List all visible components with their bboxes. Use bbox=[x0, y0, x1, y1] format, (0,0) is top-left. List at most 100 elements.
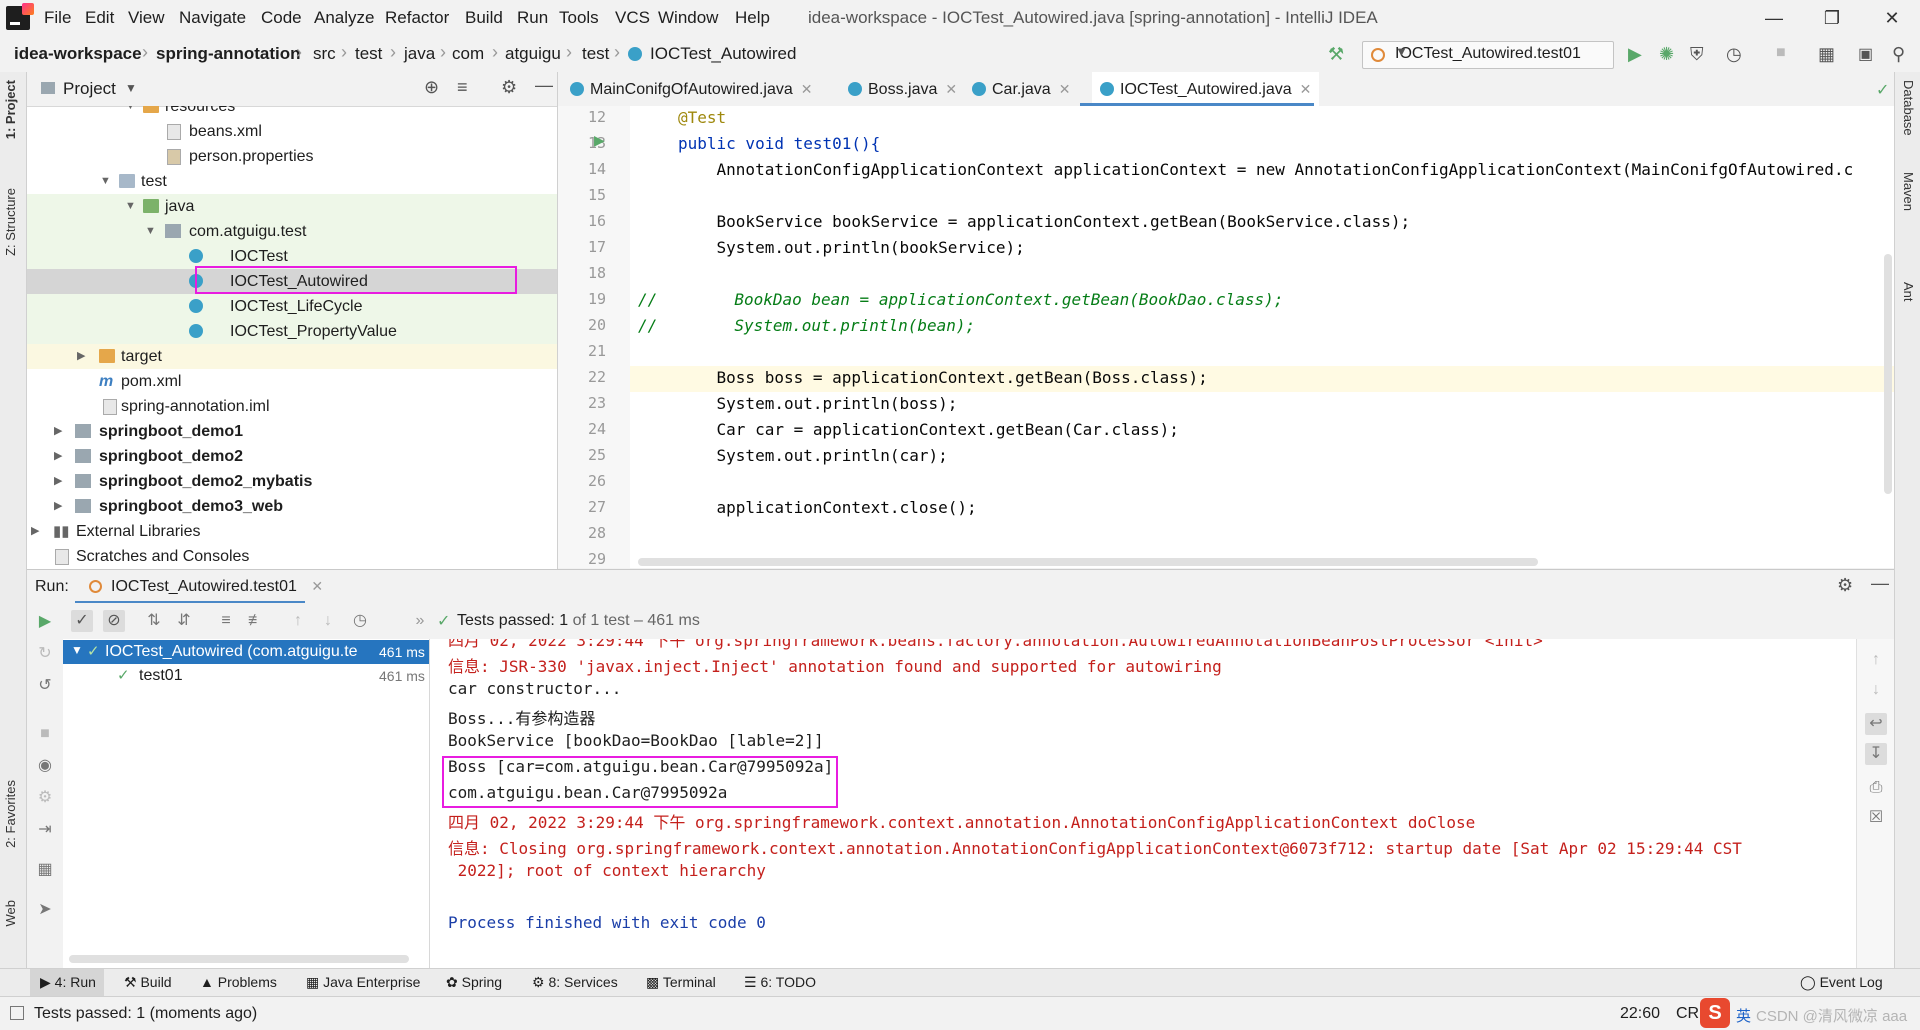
menu-vcs[interactable]: VCS bbox=[615, 8, 650, 28]
tool-tab-favorites[interactable]: 2: Favorites bbox=[3, 780, 18, 848]
rerun-failed-icon[interactable]: ↻ bbox=[34, 643, 56, 665]
vertical-scrollbar[interactable] bbox=[1884, 254, 1892, 494]
expand-arrow-icon[interactable]: ▶ bbox=[54, 444, 62, 469]
more-icon[interactable]: » bbox=[409, 610, 431, 632]
run-configuration-select[interactable]: IOCTest_Autowired.test01 ▼ bbox=[1362, 41, 1614, 69]
tool-windows-toggle-icon[interactable] bbox=[10, 1006, 24, 1020]
sort-duration-icon[interactable]: ⇵ bbox=[173, 610, 195, 632]
expand-arrow-icon[interactable]: ▼ bbox=[125, 194, 136, 219]
tree-row[interactable]: ▶ target bbox=[27, 344, 557, 369]
tree-row[interactable]: ▶ springboot_demo2_mybatis bbox=[27, 469, 557, 494]
minimize-icon[interactable]: — bbox=[1752, 4, 1796, 32]
expand-arrow-icon[interactable]: ▶ bbox=[54, 494, 62, 519]
down-icon[interactable]: ↓ bbox=[1865, 679, 1887, 701]
project-structure-icon[interactable]: ▦ bbox=[1818, 44, 1838, 64]
breadcrumb-atguigu[interactable]: atguigu bbox=[505, 44, 561, 64]
tree-row[interactable]: ▼ java bbox=[27, 194, 557, 219]
expand-arrow-icon[interactable]: ▶ bbox=[54, 419, 62, 444]
hide-panel-icon[interactable]: — bbox=[1871, 573, 1889, 594]
editor-tab-car[interactable]: Car.java ✕ bbox=[972, 72, 1070, 106]
next-icon[interactable]: ↓ bbox=[317, 610, 339, 632]
scroll-to-end-icon[interactable]: ↧ bbox=[1865, 743, 1887, 765]
tree-row[interactable]: IOCTest_PropertyValue bbox=[27, 319, 557, 344]
tree-row[interactable]: IOCTest_LifeCycle bbox=[27, 294, 557, 319]
chevron-down-icon[interactable]: ▼ bbox=[125, 81, 137, 95]
show-passed-icon[interactable]: ✓ bbox=[71, 610, 93, 632]
breadcrumb-class[interactable]: IOCTest_Autowired bbox=[650, 44, 796, 64]
breadcrumb-com[interactable]: com bbox=[452, 44, 484, 64]
run-icon[interactable]: ▶ bbox=[1628, 44, 1648, 64]
caret-position[interactable]: 22:60 bbox=[1620, 1005, 1660, 1023]
debug-icon[interactable]: ✺ bbox=[1659, 44, 1679, 64]
collapse-all-icon[interactable]: ≢ bbox=[245, 610, 267, 632]
menu-help[interactable]: Help bbox=[735, 8, 770, 28]
code-editor[interactable]: @Test public void test01(){ AnnotationCo… bbox=[630, 106, 1894, 568]
tree-row[interactable]: spring-annotation.iml bbox=[27, 394, 557, 419]
editor-tab-mainconfig[interactable]: MainConifgOfAutowired.java ✕ bbox=[570, 72, 813, 106]
expand-arrow-icon[interactable]: ▼ bbox=[100, 169, 111, 194]
tool-window-terminal[interactable]: ▩ Terminal bbox=[646, 974, 716, 991]
expand-all-icon[interactable]: ≡ bbox=[215, 610, 237, 632]
tool-window-problems[interactable]: ▲ Problems bbox=[200, 974, 277, 990]
locate-icon[interactable]: ⊕ bbox=[424, 77, 439, 98]
trash-icon[interactable]: ☒ bbox=[1865, 807, 1887, 829]
tool-window-run[interactable]: ▶ 4: Run bbox=[40, 974, 96, 991]
breadcrumb-src[interactable]: src bbox=[313, 44, 336, 64]
tree-row[interactable]: m pom.xml bbox=[27, 369, 557, 394]
tool-tab-maven[interactable]: Maven bbox=[1901, 172, 1916, 211]
build-hammer-icon[interactable]: ⚒ bbox=[1328, 44, 1348, 64]
run-tab[interactable]: IOCTest_Autowired.test01 ✕ bbox=[75, 570, 323, 604]
restore-icon[interactable]: ❐ bbox=[1810, 4, 1854, 32]
breadcrumb-project[interactable]: idea-workspace bbox=[14, 44, 142, 64]
close-icon[interactable]: ✕ bbox=[1300, 81, 1312, 97]
previous-icon[interactable]: ↑ bbox=[287, 610, 309, 632]
menu-analyze[interactable]: Analyze bbox=[314, 8, 374, 28]
tool-window-build[interactable]: ⚒ Build bbox=[124, 974, 172, 991]
status-message[interactable]: Tests passed: 1 (moments ago) bbox=[34, 1005, 257, 1023]
close-icon[interactable]: ✕ bbox=[1059, 81, 1071, 97]
camera-icon[interactable]: ◉ bbox=[34, 755, 56, 777]
tool-window-event-log[interactable]: ◯ Event Log bbox=[1800, 974, 1883, 991]
expand-arrow-icon[interactable]: ▶ bbox=[31, 519, 39, 544]
history-icon[interactable]: ◷ bbox=[349, 610, 371, 632]
tree-row[interactable]: person.properties bbox=[27, 144, 557, 169]
close-icon[interactable]: ✕ bbox=[801, 81, 813, 97]
horizontal-scrollbar[interactable] bbox=[69, 955, 409, 963]
breadcrumb-test-pkg[interactable]: test bbox=[582, 44, 609, 64]
pin-icon[interactable]: ➤ bbox=[34, 899, 56, 921]
expand-arrow-icon[interactable]: ▼ bbox=[71, 643, 83, 657]
gear-icon[interactable]: ⚙ bbox=[501, 77, 517, 98]
test-case-row[interactable]: ✓ test01 461 ms bbox=[63, 664, 429, 688]
menu-file[interactable]: File bbox=[44, 8, 71, 28]
tool-window-todo[interactable]: ☰ 6: TODO bbox=[744, 974, 816, 991]
stop-icon[interactable]: ■ bbox=[34, 723, 56, 745]
menu-edit[interactable]: Edit bbox=[85, 8, 114, 28]
print-icon[interactable]: ⎙ bbox=[1865, 777, 1887, 799]
breadcrumb-java[interactable]: java bbox=[404, 44, 435, 64]
expand-arrow-icon[interactable]: ▼ bbox=[145, 219, 156, 244]
tool-tab-web[interactable]: Web bbox=[3, 900, 18, 927]
up-icon[interactable]: ↑ bbox=[1865, 649, 1887, 671]
collapse-all-icon[interactable]: ≡ bbox=[457, 77, 468, 98]
breadcrumb-test[interactable]: test bbox=[355, 44, 382, 64]
expand-arrow-icon[interactable]: ▶ bbox=[54, 469, 62, 494]
tool-window-services[interactable]: ⚙ 8: Services bbox=[532, 974, 618, 991]
expand-arrow-icon[interactable]: ▼ bbox=[125, 106, 136, 119]
tool-tab-structure[interactable]: Z: Structure bbox=[3, 188, 18, 256]
test-suite-row[interactable]: ▼ ✓ IOCTest_Autowired (com.atguigu.te 46… bbox=[63, 640, 429, 664]
coverage-icon[interactable]: ⛨ bbox=[1690, 44, 1710, 64]
search-icon[interactable]: ⚲ bbox=[1892, 44, 1912, 64]
sort-alpha-icon[interactable]: ⇅ bbox=[143, 610, 165, 632]
menu-view[interactable]: View bbox=[128, 8, 165, 28]
breadcrumb-module[interactable]: spring-annotation bbox=[156, 44, 300, 64]
close-icon[interactable]: ✕ bbox=[311, 578, 323, 594]
gear-icon[interactable]: ⚙ bbox=[1837, 575, 1853, 596]
menu-window[interactable]: Window bbox=[658, 8, 718, 28]
menu-navigate[interactable]: Navigate bbox=[179, 8, 246, 28]
show-ignored-icon[interactable]: ⊘ bbox=[103, 610, 125, 632]
tree-row[interactable]: ▶ springboot_demo2 bbox=[27, 444, 557, 469]
editor-tab-boss[interactable]: Boss.java ✕ bbox=[848, 72, 957, 106]
close-icon[interactable]: ✕ bbox=[1870, 4, 1914, 32]
tool-tab-project[interactable]: 1: Project bbox=[3, 80, 18, 139]
layout-icon[interactable]: ▦ bbox=[34, 859, 56, 881]
